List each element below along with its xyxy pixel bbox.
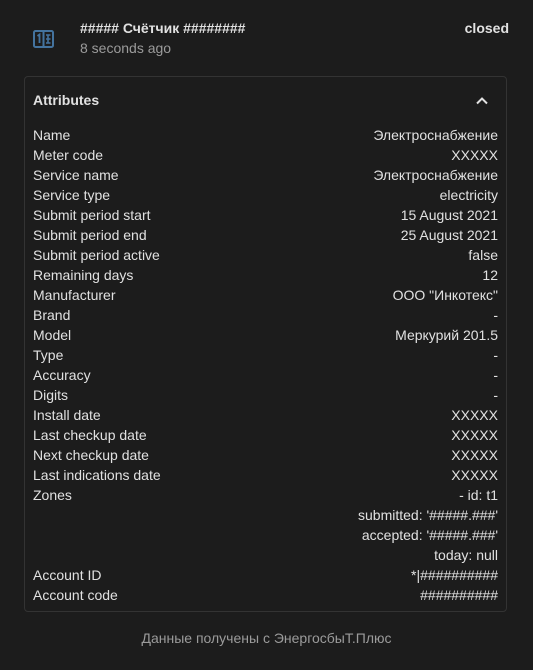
attribute-value: Меркурий 201.5 (395, 327, 498, 343)
attribute-row: Model Меркурий 201.5 (33, 325, 498, 345)
attribute-value: - (493, 367, 498, 383)
attribute-row: Submit period active false (33, 245, 498, 265)
attribute-value: *|########## (411, 567, 498, 583)
attribute-row: Submit period end 25 August 2021 (33, 225, 498, 245)
attribute-key: Account code (33, 587, 118, 603)
attribute-row: Zones - id: t1 (33, 485, 498, 505)
attribute-key: Type (33, 347, 64, 363)
attribute-key: Submit period end (33, 227, 147, 243)
attribute-key: Last indications date (33, 467, 161, 483)
attribute-row: Account code ########## (33, 585, 498, 605)
last-changed-time[interactable]: 8 seconds ago (80, 40, 171, 56)
entity-name: ##### Счётчик ######## (80, 20, 246, 36)
attribute-row: Type - (33, 345, 498, 365)
attribute-row: Next checkup date XXXXX (33, 445, 498, 465)
attribute-row: Brand - (33, 305, 498, 325)
attribute-key: Manufacturer (33, 287, 116, 303)
counter-icon (32, 29, 56, 51)
attribute-value: - (493, 347, 498, 363)
attribute-row: Digits - (33, 385, 498, 405)
attribute-key: Install date (33, 407, 101, 423)
attribute-value: XXXXX (451, 427, 498, 443)
chevron-up-icon[interactable] (472, 91, 492, 111)
attribute-value: XXXXX (451, 147, 498, 163)
attribute-row: today: null (33, 545, 498, 565)
attribute-value: Электроснабжение (373, 127, 498, 143)
attribute-value: submitted: '#####.###' (358, 507, 498, 523)
attribute-row: Last indications date XXXXX (33, 465, 498, 485)
attribute-key: Submit period active (33, 247, 160, 263)
attribute-value: 12 (482, 267, 498, 283)
attribute-value: today: null (434, 547, 498, 563)
attribute-key: Digits (33, 387, 69, 403)
attribute-row: submitted: '#####.###' (33, 505, 498, 525)
attribute-value: - (493, 307, 498, 323)
entity-state: closed (464, 20, 509, 36)
attribute-value: accepted: '#####.###' (361, 527, 498, 543)
attribute-key: Account ID (33, 567, 102, 583)
attribute-value: - (493, 387, 498, 403)
attribute-key: Model (33, 327, 72, 343)
attribute-value: XXXXX (451, 447, 498, 463)
attribute-row: Accuracy - (33, 365, 498, 385)
attribute-key: Accuracy (33, 367, 91, 383)
attribute-key: Next checkup date (33, 447, 149, 463)
attribute-row: Submit period start 15 August 2021 (33, 205, 498, 225)
attribute-key: Meter code (33, 147, 104, 163)
attribute-value: XXXXX (451, 467, 498, 483)
entity-header: ##### Счётчик ######## 8 seconds ago clo… (0, 0, 533, 70)
attribute-value: 25 August 2021 (400, 227, 498, 243)
attribute-key: Remaining days (33, 267, 134, 283)
attribute-value: XXXXX (451, 407, 498, 423)
attributes-title: Attributes (33, 92, 100, 108)
attribute-row: Name Электроснабжение (33, 125, 498, 145)
attribute-value: false (468, 247, 498, 263)
attribute-key: Last checkup date (33, 427, 147, 443)
attribute-row: Account ID *|########## (33, 565, 498, 585)
attribute-value: Электроснабжение (373, 167, 498, 183)
attribute-value: 15 August 2021 (400, 207, 498, 223)
attribution-text: Данные получены с ЭнергосбыТ.Плюс (141, 630, 392, 646)
attributes-list: Name Электроснабжение Meter code XXXXX Servi… (33, 125, 498, 605)
attributes-header[interactable]: Attributes (33, 91, 498, 111)
attribute-row: Service name Электроснабжение (33, 165, 498, 185)
attribute-value: ООО "Инкотекс" (392, 287, 498, 303)
attribute-row: Meter code XXXXX (33, 145, 498, 165)
attribute-row: Install date XXXXX (33, 405, 498, 425)
attributes-panel: Attributes Name Электроснабжение Meter cod… (24, 76, 507, 612)
attribute-value: electricity (439, 187, 498, 203)
attribute-key: Brand (33, 307, 71, 323)
attribute-value: - id: t1 (459, 487, 498, 503)
attribute-row: Remaining days 12 (33, 265, 498, 285)
attribute-key: Name (33, 127, 71, 143)
attribute-row: Service type electricity (33, 185, 498, 205)
attribute-key: Service name (33, 167, 119, 183)
attribute-row: accepted: '#####.###' (33, 525, 498, 545)
attribute-row: Last checkup date XXXXX (33, 425, 498, 445)
attribute-value: ########## (420, 587, 498, 603)
attribute-key: Zones (33, 487, 72, 503)
attribute-key: Service type (33, 187, 111, 203)
attribute-row: Manufacturer ООО "Инкотекс" (33, 285, 498, 305)
attribute-key: Submit period start (33, 207, 151, 223)
